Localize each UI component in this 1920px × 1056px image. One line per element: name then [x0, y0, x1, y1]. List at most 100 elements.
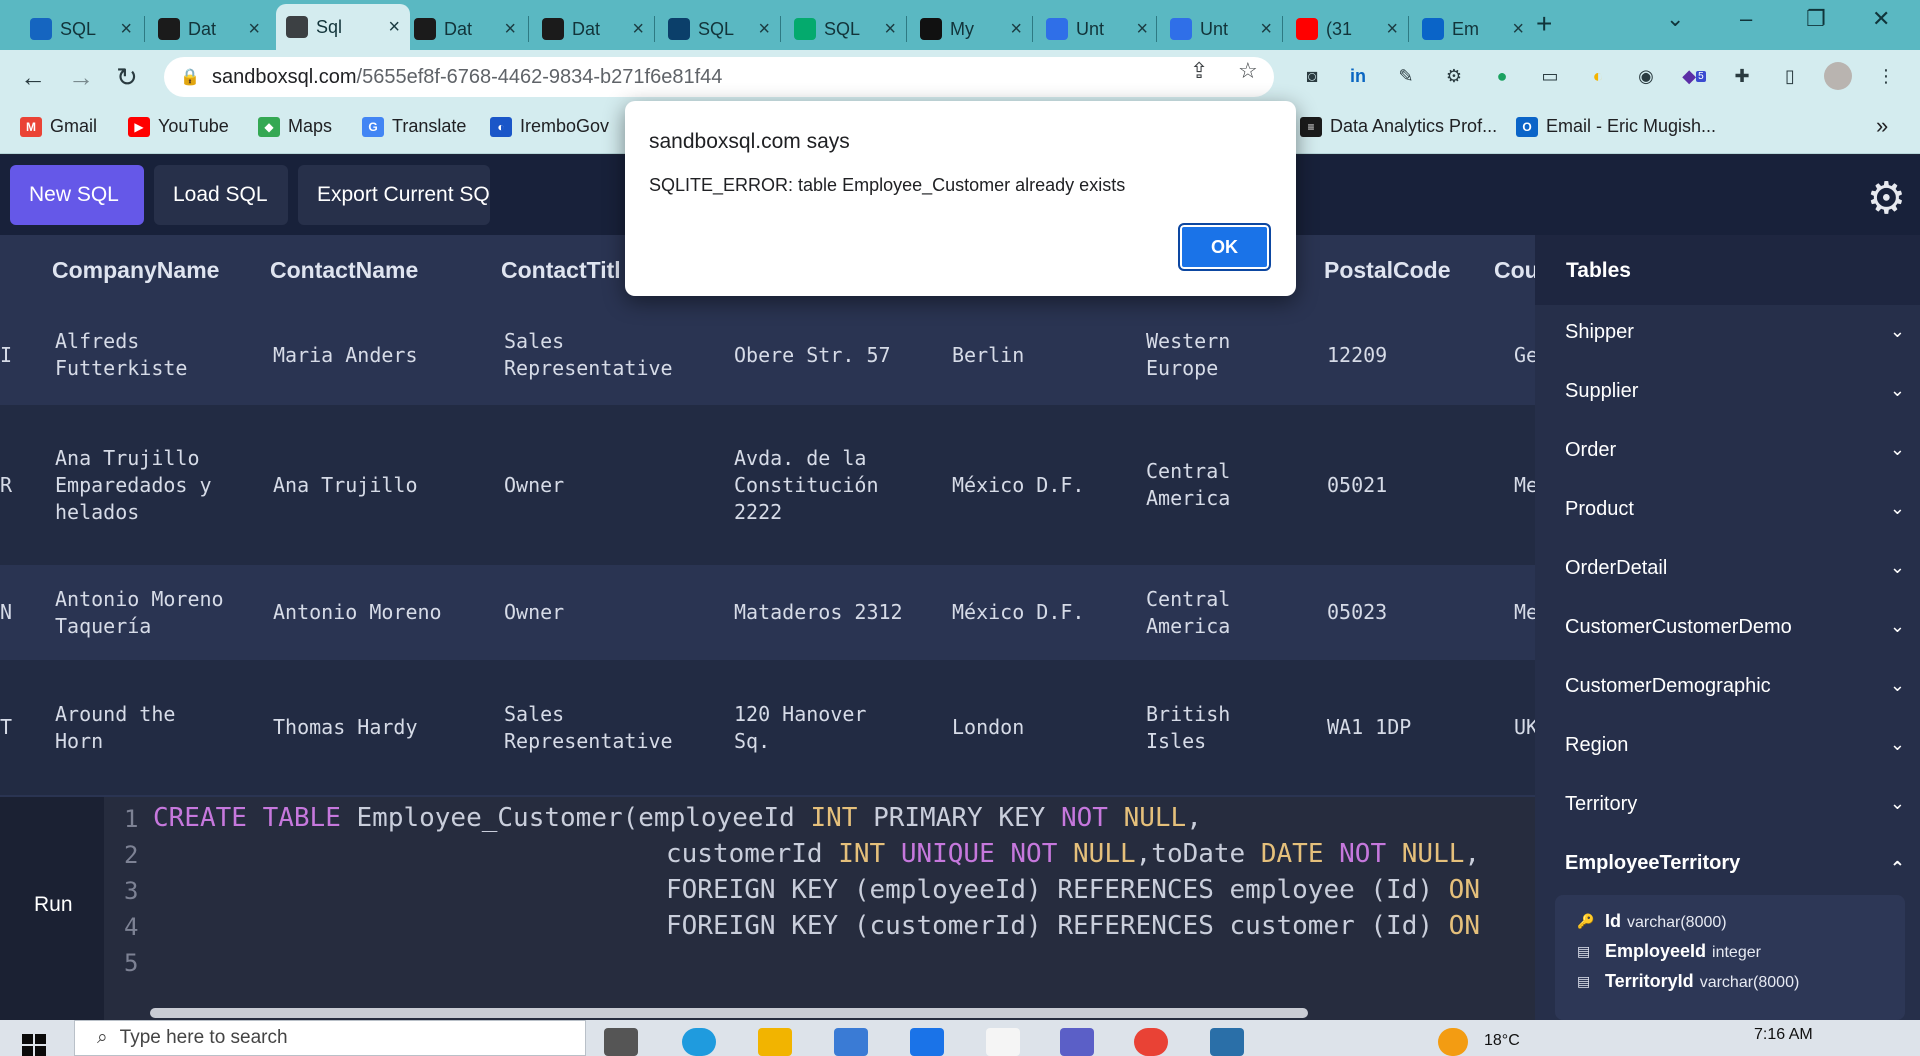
address-bar[interactable]: 🔒 sandboxsql.com/5655ef8f-6768-4462-9834…: [164, 57, 1274, 97]
window-close-icon[interactable]: ✕: [1872, 6, 1890, 32]
header-postalcode[interactable]: PostalCode: [1324, 257, 1451, 284]
code-line[interactable]: CREATE TABLE Employee_Customer(employeeI…: [153, 803, 1202, 833]
camera-extension-icon[interactable]: ◙: [1298, 62, 1326, 90]
sidebar-table-item[interactable]: CustomerCustomerDemo ⌄: [1565, 616, 1905, 639]
bookmark-item[interactable]: ▶ YouTube: [128, 116, 229, 137]
close-icon[interactable]: ×: [120, 18, 132, 41]
browser-tab[interactable]: Unt ×: [1160, 8, 1282, 50]
chevron-down-icon[interactable]: ⌄: [1890, 675, 1905, 696]
color-extension-icon[interactable]: ◐: [1584, 62, 1612, 90]
notepad-icon[interactable]: [986, 1028, 1020, 1056]
chevron-down-icon[interactable]: ⌄: [1890, 498, 1905, 519]
chrome-icon[interactable]: [1134, 1028, 1168, 1056]
table-row[interactable]: N Antonio Moreno Taquería Antonio Moreno Ow…: [0, 565, 1535, 660]
bookmark-item[interactable]: ◆ Maps: [258, 116, 332, 137]
table-row[interactable]: T Around the Horn Thomas Hardy Sales Repres…: [0, 660, 1535, 795]
run-button[interactable]: Run: [34, 893, 73, 917]
editor-horizontal-scrollbar[interactable]: [150, 1008, 1308, 1018]
header-contacttitle[interactable]: ContactTitl: [501, 257, 621, 284]
taskbar-search-input[interactable]: ⌕ Type here to search: [74, 1020, 586, 1056]
close-icon[interactable]: ×: [632, 18, 644, 41]
chevron-down-icon[interactable]: ⌄: [1890, 380, 1905, 401]
sidebar-table-item[interactable]: Order ⌄: [1565, 439, 1905, 462]
browser-tab[interactable]: SQL ×: [784, 8, 906, 50]
close-icon[interactable]: ×: [1512, 18, 1524, 41]
new-tab-icon[interactable]: +: [1536, 8, 1552, 40]
bookmark-item[interactable]: ◐ IremboGov: [490, 116, 609, 137]
bookmark-item[interactable]: ≡ Data Analytics Prof...: [1300, 116, 1497, 137]
code-line[interactable]: customerId INT UNIQUE NOT NULL,toDate DA…: [666, 839, 1480, 869]
chevron-down-icon[interactable]: ⌄: [1890, 321, 1905, 342]
cycle-extension-icon[interactable]: ⚙: [1440, 62, 1468, 90]
browser-tab[interactable]: SQL ×: [20, 8, 142, 50]
browser-tab[interactable]: (31 ×: [1286, 8, 1408, 50]
side-panel-icon[interactable]: ▯: [1776, 62, 1804, 90]
dialog-ok-button[interactable]: OK: [1178, 223, 1271, 271]
browser-tab[interactable]: Dat ×: [148, 8, 270, 50]
sidebar-table-item[interactable]: CustomerDemographic ⌄: [1565, 675, 1905, 698]
close-icon[interactable]: ×: [1260, 18, 1272, 41]
puzzle-extension-icon[interactable]: ✚: [1728, 62, 1756, 90]
code-line[interactable]: FOREIGN KEY (customerId) REFERENCES cust…: [666, 911, 1480, 941]
teams-icon[interactable]: [1060, 1028, 1094, 1056]
bookmark-item[interactable]: G Translate: [362, 116, 466, 137]
share-icon[interactable]: ⇪: [1190, 58, 1208, 84]
chevron-up-icon[interactable]: ⌃: [1890, 858, 1905, 879]
sidebar-table-item[interactable]: Product ⌄: [1565, 498, 1905, 521]
grammar-extension-icon[interactable]: ●: [1488, 62, 1516, 90]
tab-search-chevron-icon[interactable]: ⌄: [1666, 6, 1684, 32]
linkedin-extension-icon[interactable]: in: [1344, 62, 1372, 90]
chevron-down-icon[interactable]: ⌄: [1890, 616, 1905, 637]
close-icon[interactable]: ×: [1386, 18, 1398, 41]
close-icon[interactable]: ×: [1136, 18, 1148, 41]
weather-icon[interactable]: [1438, 1028, 1468, 1056]
bookmark-star-icon[interactable]: ☆: [1238, 58, 1258, 84]
sql-editor[interactable]: Run CREATE TABLE Employee_Customer(emplo…: [0, 797, 1535, 1020]
close-icon[interactable]: ×: [388, 16, 400, 39]
minimize-icon[interactable]: –: [1740, 6, 1752, 32]
sidebar-table-item[interactable]: Territory ⌄: [1565, 793, 1905, 816]
close-icon[interactable]: ×: [884, 18, 896, 41]
record-extension-icon[interactable]: ◉: [1632, 62, 1660, 90]
header-country[interactable]: Cou: [1494, 257, 1535, 284]
browser-tab[interactable]: Sql ×: [276, 4, 410, 50]
settings-gear-icon[interactable]: ⚙: [1867, 173, 1906, 224]
bookmark-item[interactable]: M Gmail: [20, 116, 97, 137]
sidebar-table-item[interactable]: Shipper ⌄: [1565, 321, 1905, 344]
windows-start-icon[interactable]: [22, 1034, 48, 1056]
sidebar-table-item[interactable]: Supplier ⌄: [1565, 380, 1905, 403]
browser-tab[interactable]: My ×: [910, 8, 1032, 50]
new-sql-button[interactable]: New SQL: [10, 165, 144, 225]
chevron-down-icon[interactable]: ⌄: [1890, 734, 1905, 755]
chevron-down-icon[interactable]: ⌄: [1890, 557, 1905, 578]
browser-tab[interactable]: Em ×: [1412, 8, 1534, 50]
header-companyname[interactable]: CompanyName: [52, 257, 219, 284]
export-sql-button[interactable]: Export Current SQ: [298, 165, 490, 225]
browser-tab[interactable]: Dat ×: [404, 8, 526, 50]
header-contactname[interactable]: ContactName: [270, 257, 418, 284]
profile-avatar[interactable]: [1824, 62, 1852, 90]
back-icon[interactable]: ←: [20, 62, 46, 93]
chevron-down-icon[interactable]: ⌄: [1890, 793, 1905, 814]
mysql-workbench-icon[interactable]: [1210, 1028, 1244, 1056]
bookmark-item[interactable]: O Email - Eric Mugish...: [1516, 116, 1716, 137]
eyedropper-extension-icon[interactable]: ✎: [1392, 62, 1420, 90]
table-row[interactable]: R Ana Trujillo Emparedados y helados Ana T…: [0, 405, 1535, 565]
sidebar-table-item[interactable]: Region ⌄: [1565, 734, 1905, 757]
clock-time[interactable]: 7:16 AM: [1754, 1026, 1813, 1044]
browser-tab[interactable]: Dat ×: [532, 8, 654, 50]
stack-extension-icon[interactable]: ◆ 5: [1680, 62, 1708, 90]
reload-icon[interactable]: ↻: [116, 62, 138, 93]
close-icon[interactable]: ×: [504, 18, 516, 41]
bookmarks-overflow-icon[interactable]: »: [1876, 113, 1888, 139]
load-sql-button[interactable]: Load SQL: [154, 165, 288, 225]
menu-kebab-icon[interactable]: ⋮: [1872, 62, 1900, 90]
table-row[interactable]: I Alfreds Futterkiste Maria Anders Sales Re…: [0, 305, 1535, 405]
browser-tab[interactable]: Unt ×: [1036, 8, 1158, 50]
file-explorer-icon[interactable]: [758, 1028, 792, 1056]
close-icon[interactable]: ×: [248, 18, 260, 41]
cast-extension-icon[interactable]: ▭: [1536, 62, 1564, 90]
task-view-icon[interactable]: [604, 1028, 638, 1056]
edge-icon[interactable]: [682, 1028, 716, 1056]
code-line[interactable]: FOREIGN KEY (employeeId) REFERENCES empl…: [666, 875, 1480, 905]
